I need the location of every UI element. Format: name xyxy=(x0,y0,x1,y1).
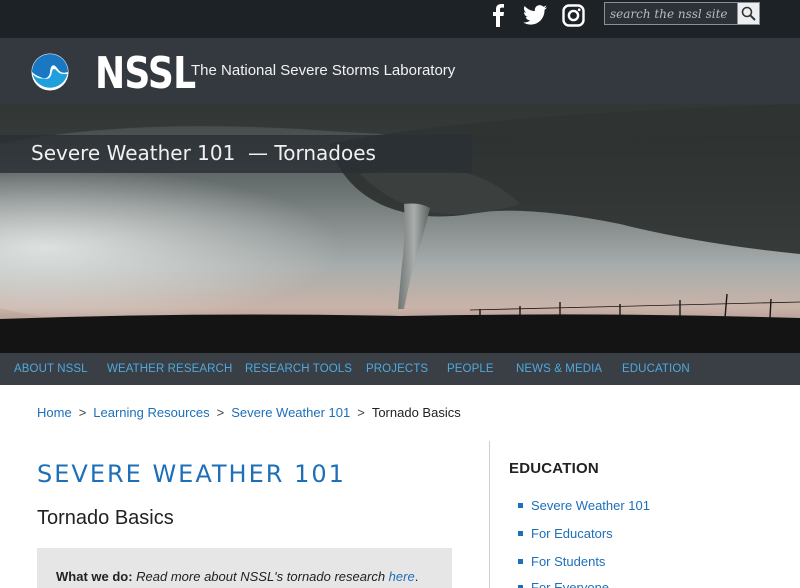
site-name[interactable]: NSSL xyxy=(95,46,196,102)
breadcrumb: Home > Learning Resources > Severe Weather 1… xyxy=(37,405,461,420)
sidebar-item-label[interactable]: Severe Weather 101 xyxy=(531,498,650,513)
hero-caption-text: Severe Weather 101 — Tornadoes xyxy=(31,141,376,165)
nav-projects[interactable]: PROJECTS xyxy=(366,363,428,375)
breadcrumb-separator: > xyxy=(216,405,225,420)
what-we-do-callout: What we do: Read more about NSSL's torna… xyxy=(37,548,452,588)
callout-end: . xyxy=(414,569,419,584)
breadcrumb-current: Tornado Basics xyxy=(371,405,461,420)
nav-education[interactable]: EDUCATION xyxy=(622,363,690,375)
page-title: Tornado Basics xyxy=(37,507,174,529)
sidebar-item-label[interactable]: For Everyone xyxy=(531,580,609,588)
nav-people[interactable]: PEOPLE xyxy=(447,363,494,375)
sidebar-item-for-students[interactable]: For Students xyxy=(518,554,605,569)
search-button[interactable] xyxy=(738,2,760,25)
sidebar-item-label[interactable]: For Students xyxy=(531,554,605,569)
sidebar-item-for-educators[interactable]: For Educators xyxy=(518,526,613,541)
nav-weather-research[interactable]: WEATHER RESEARCH xyxy=(107,363,232,375)
search-icon xyxy=(741,6,756,21)
nav-research-tools[interactable]: RESEARCH TOOLS xyxy=(245,363,352,375)
column-divider xyxy=(489,441,490,588)
bullet-icon xyxy=(518,503,523,508)
main-navigation: ABOUT NSSL WEATHER RESEARCH RESEARCH TOO… xyxy=(0,353,800,385)
hero-caption: Severe Weather 101 — Tornadoes xyxy=(0,135,472,173)
facebook-icon[interactable] xyxy=(486,2,510,28)
noaa-logo-icon[interactable] xyxy=(31,53,69,91)
nav-about-nssl[interactable]: ABOUT NSSL xyxy=(14,363,88,375)
bullet-icon xyxy=(518,531,523,536)
callout-link[interactable]: here xyxy=(389,569,415,584)
breadcrumb-separator: > xyxy=(78,405,87,420)
hero-banner: Severe Weather 101 — Tornadoes xyxy=(0,104,800,353)
section-heading: SEVERE WEATHER 101 xyxy=(37,460,346,488)
brand-header: NSSL The National Severe Storms Laborato… xyxy=(0,38,800,104)
twitter-icon[interactable] xyxy=(522,2,548,28)
sidebar-item-for-everyone[interactable]: For Everyone xyxy=(518,580,609,588)
instagram-icon[interactable] xyxy=(560,2,586,28)
site-tagline: The National Severe Storms Laboratory xyxy=(191,62,456,79)
breadcrumb-separator: > xyxy=(357,405,365,420)
callout-label: What we do: xyxy=(56,569,133,584)
search-input[interactable] xyxy=(604,2,738,25)
callout-body: Read more about NSSL's tornado research xyxy=(132,569,389,584)
nav-news-media[interactable]: NEWS & MEDIA xyxy=(516,363,602,375)
sidebar-item-severe-weather-101[interactable]: Severe Weather 101 xyxy=(518,498,650,513)
breadcrumb-home[interactable]: Home xyxy=(37,405,72,420)
breadcrumb-severe-weather-101[interactable]: Severe Weather 101 xyxy=(231,405,350,420)
bullet-icon xyxy=(518,559,523,564)
site-search xyxy=(604,2,760,25)
sidebar-heading: EDUCATION xyxy=(509,460,599,477)
callout-text: What we do: Read more about NSSL's torna… xyxy=(56,569,418,584)
top-utility-bar xyxy=(0,0,800,38)
sidebar-item-label[interactable]: For Educators xyxy=(531,526,613,541)
breadcrumb-learning-resources[interactable]: Learning Resources xyxy=(93,405,209,420)
